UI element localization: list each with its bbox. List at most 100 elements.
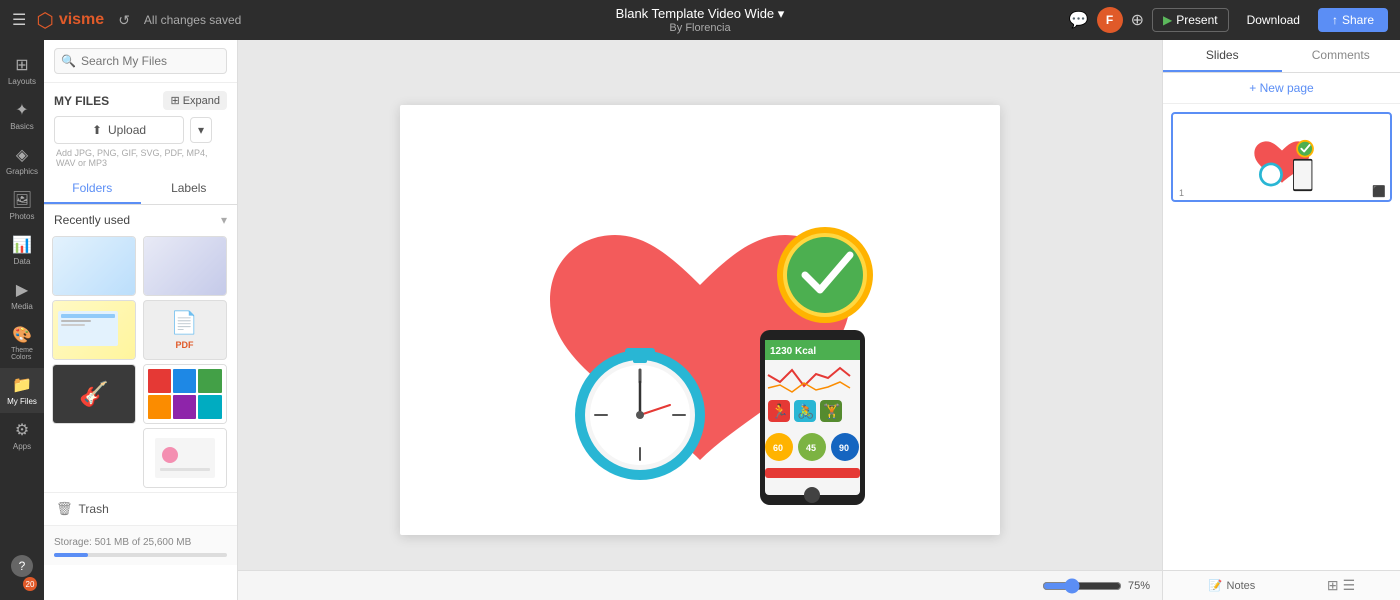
slide-thumbnail-1[interactable]: 1 ⬛: [1171, 112, 1392, 202]
notes-button[interactable]: 📝 Notes: [1209, 579, 1255, 592]
trash-row[interactable]: 🗑 Trash: [44, 492, 237, 525]
left-panel: 🔍 MY FILES ⊞ Expand ⬆ Upload ▾ Add JPG, …: [44, 40, 238, 600]
sidebar-item-myfiles[interactable]: 📁 My Files: [0, 368, 44, 413]
search-input[interactable]: [54, 48, 227, 74]
share-button[interactable]: ↑ Share: [1318, 8, 1388, 32]
notes-icon: 📝: [1209, 579, 1223, 592]
logo-text: visme: [59, 11, 104, 29]
help-icon: ?: [11, 555, 33, 577]
file-thumbnail-pdf: 📄 PDF: [171, 310, 198, 350]
list-item[interactable]: 📄 PDF: [143, 300, 227, 360]
view-icons: ⊞ ☰: [1327, 577, 1355, 594]
topbar: ☰ ⬡ visme ↺ All changes saved Blank Temp…: [0, 0, 1400, 40]
sidebar-item-apps[interactable]: ⚙ Apps: [0, 413, 44, 458]
sidebar-item-help[interactable]: ? 20: [0, 548, 44, 600]
data-icon: 📊: [12, 235, 32, 255]
svg-text:90: 90: [839, 443, 849, 453]
zoom-slider[interactable]: [1042, 578, 1122, 594]
search-icon: 🔍: [61, 54, 76, 68]
zoom-text: 75%: [1128, 580, 1150, 592]
apps-icon: ⚙: [15, 420, 29, 440]
photos-icon: 🖼: [12, 190, 32, 210]
file-thumbnail-7: [144, 429, 226, 487]
file-thumbnail-3: [53, 301, 135, 359]
sidebar-item-photos[interactable]: 🖼 Photos: [0, 183, 44, 228]
canvas-slide[interactable]: 1230 Kcal 🏃 🚴 🏋 60 45 90: [400, 105, 1000, 535]
canvas-area[interactable]: 1230 Kcal 🏃 🚴 🏋 60 45 90: [238, 40, 1162, 600]
list-item[interactable]: [143, 364, 227, 424]
file-thumbnail-6: [144, 365, 226, 423]
my-files-title: MY FILES: [54, 94, 109, 108]
list-item[interactable]: [143, 428, 227, 488]
layouts-icon: ⊞: [15, 55, 28, 75]
play-icon: ▶: [1163, 13, 1172, 27]
new-page-button[interactable]: + New page: [1163, 73, 1400, 104]
media-icon: ▶: [16, 280, 28, 300]
slide-thumb-icon: ⬛: [1372, 185, 1386, 198]
expand-button[interactable]: ⊞ Expand: [163, 91, 227, 110]
list-item[interactable]: [52, 236, 136, 296]
sidebar-item-media[interactable]: ▶ Media: [0, 273, 44, 318]
doc-title[interactable]: Blank Template Video Wide ▾: [616, 6, 785, 22]
list-view-icon[interactable]: ☰: [1343, 577, 1356, 594]
tab-comments[interactable]: Comments: [1282, 40, 1400, 72]
file-thumbnail-1: [53, 237, 135, 295]
sidebar-item-graphics[interactable]: ◈ Graphics: [0, 138, 44, 183]
tab-slides[interactable]: Slides: [1163, 40, 1282, 72]
svg-text:🚴: 🚴: [797, 403, 814, 420]
svg-text:1230 Kcal: 1230 Kcal: [770, 346, 816, 357]
sidebar-item-data[interactable]: 📊 Data: [0, 228, 44, 273]
myfiles-icon: 📁: [12, 375, 32, 395]
present-button[interactable]: ▶ Present: [1152, 8, 1229, 32]
trash-label: Trash: [79, 502, 109, 516]
svg-text:45: 45: [806, 443, 816, 453]
search-bar: 🔍: [44, 40, 237, 83]
health-illustration: 1230 Kcal 🏃 🚴 🏋 60 45 90: [400, 105, 1000, 535]
avatar[interactable]: F: [1097, 7, 1123, 33]
basics-icon: ✦: [15, 100, 28, 120]
sidebar-item-basics[interactable]: ✦ Basics: [0, 93, 44, 138]
upload-icon: ⬆: [92, 123, 102, 137]
undo-icon[interactable]: ↺: [118, 12, 130, 29]
grid-view-icon[interactable]: ⊞: [1327, 577, 1339, 594]
right-panel: Slides Comments + New page 1 ⬛ 📝 Notes ⊞…: [1162, 40, 1400, 600]
upload-dropdown-button[interactable]: ▾: [190, 117, 212, 143]
storage-bar: [54, 553, 227, 557]
tab-labels[interactable]: Labels: [141, 174, 238, 204]
menu-icon[interactable]: ☰: [12, 10, 26, 30]
list-item[interactable]: [143, 236, 227, 296]
list-item[interactable]: 🎸: [52, 364, 136, 424]
sidebar-item-theme[interactable]: 🎨 ThemeColors: [0, 318, 44, 368]
collab-icon[interactable]: ⊕: [1131, 10, 1144, 30]
saved-text: All changes saved: [144, 13, 241, 27]
download-button[interactable]: Download: [1237, 9, 1310, 31]
recently-used-header[interactable]: Recently used ▾: [44, 205, 237, 232]
slide-number: 1: [1179, 188, 1184, 198]
logo-icon: ⬡: [36, 8, 53, 33]
storage-area: Storage: 501 MB of 25,600 MB: [44, 525, 237, 565]
title-area: Blank Template Video Wide ▾ By Florencia: [616, 6, 785, 34]
chat-icon[interactable]: 💬: [1069, 10, 1089, 30]
zoom-control: 75%: [1042, 578, 1150, 594]
storage-fill: [54, 553, 88, 557]
upload-hint: Add JPG, PNG, GIF, SVG, PDF, MP4, WAV or…: [54, 148, 227, 168]
right-actions: 💬 F ⊕ ▶ Present Download ↑ Share: [1069, 7, 1388, 33]
file-thumbnail-2: [144, 237, 226, 295]
tab-folders[interactable]: Folders: [44, 174, 141, 204]
right-panel-tabs: Slides Comments: [1163, 40, 1400, 73]
trash-icon: 🗑: [56, 501, 73, 517]
svg-text:🏃: 🏃: [771, 403, 788, 419]
upload-button[interactable]: ⬆ Upload: [54, 116, 184, 144]
doc-subtitle: By Florencia: [616, 22, 785, 34]
icon-rail: ⊞ Layouts ✦ Basics ◈ Graphics 🖼 Photos 📊…: [0, 40, 44, 600]
folder-label-tabs: Folders Labels: [44, 174, 237, 205]
file-grid: 📄 PDF 🎸: [44, 232, 237, 492]
help-badge: 20: [23, 577, 37, 591]
list-item[interactable]: [52, 300, 136, 360]
recently-used-title: Recently used: [54, 213, 130, 227]
storage-text: Storage: 501 MB of 25,600 MB: [54, 537, 191, 548]
svg-text:60: 60: [773, 443, 783, 453]
logo: ⬡ visme: [36, 8, 104, 33]
sidebar-item-layouts[interactable]: ⊞ Layouts: [0, 48, 44, 93]
expand-icon: ⊞: [170, 94, 179, 107]
